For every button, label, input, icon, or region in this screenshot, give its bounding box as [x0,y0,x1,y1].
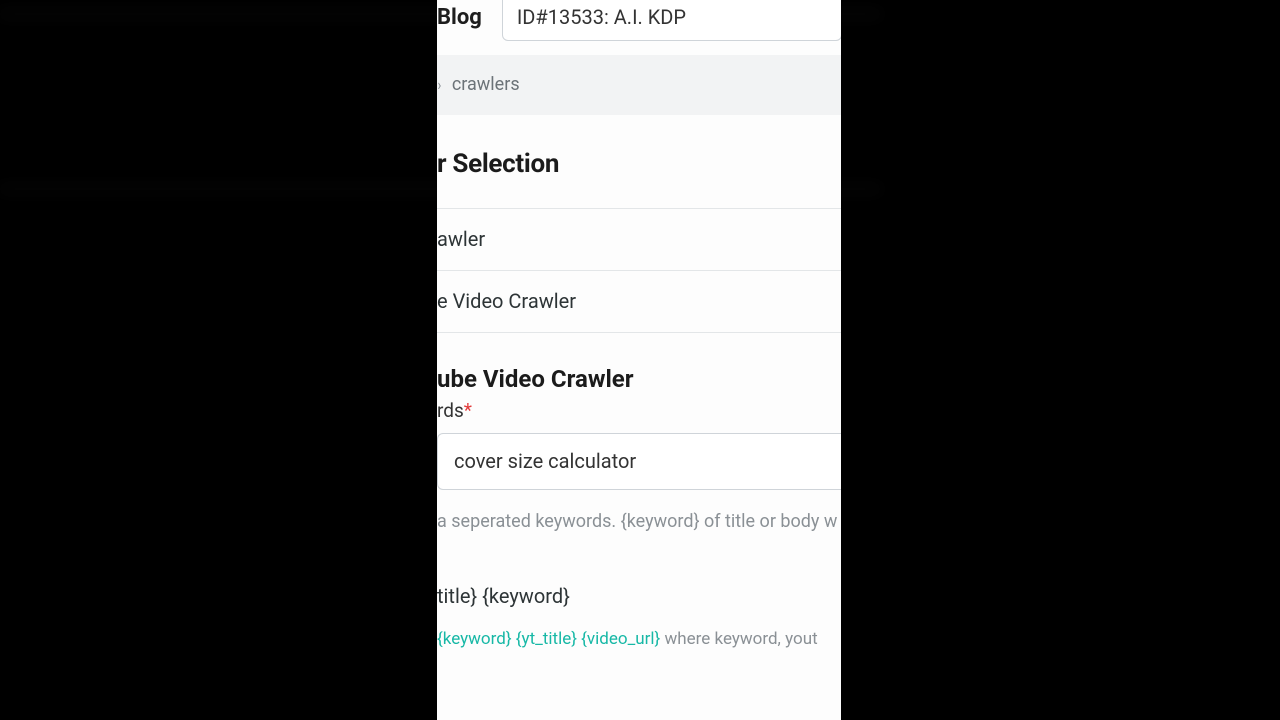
subsection-title: ube Video Crawler [437,333,841,397]
keywords-input[interactable]: cover size calculator [437,433,841,490]
keywords-label: rds [437,399,464,422]
breadcrumb-item-crawlers[interactable]: crawlers [452,73,520,97]
title-template-hint: {keyword} {yt_title} {video_url} where k… [437,610,841,651]
foreground-panel: Blog ID#13533: A.I. KDP › crawlers r Sel… [437,0,841,720]
template-hint-rest: where keyword, yout [660,629,817,649]
chevron-right-icon: › [437,74,441,96]
blog-label: Blog [437,3,482,33]
crawler-option-1[interactable]: awler [437,209,841,271]
title-template-value: title} {keyword} [437,535,841,610]
breadcrumb: › crawlers [437,55,841,115]
required-asterisk: * [464,399,472,422]
crawler-option-2[interactable]: e Video Crawler [437,271,841,333]
template-tokens: {keyword} {yt_title} {video_url} [437,629,660,649]
top-row: Blog ID#13533: A.I. KDP [437,0,841,55]
section-title: r Selection [437,147,559,182]
blog-id-select[interactable]: ID#13533: A.I. KDP [502,0,841,41]
keywords-hint: a seperated keywords. {keyword} of title… [437,490,841,534]
